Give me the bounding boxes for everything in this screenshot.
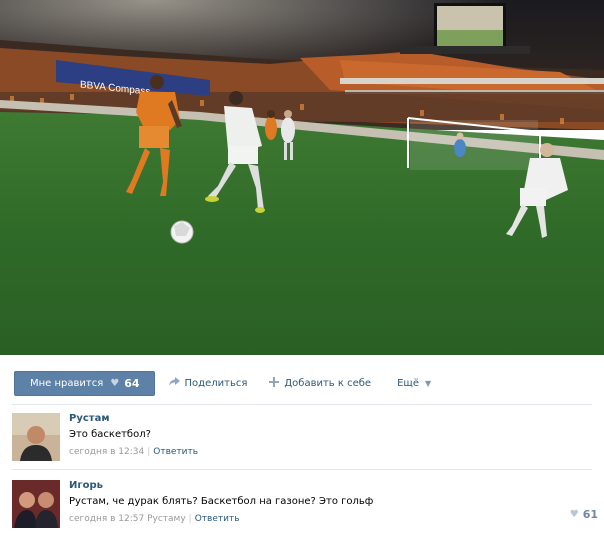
comment-item: Рустам Это баскетбол? сегодня в 12:34 | От… bbox=[12, 413, 604, 463]
reply-link[interactable]: Ответить bbox=[153, 447, 198, 457]
comment-time[interactable]: сегодня в 12:34 bbox=[69, 447, 144, 457]
divider bbox=[12, 404, 592, 405]
comment-text: Рустам, че дурак блять? Баскетбол на газ… bbox=[69, 496, 374, 507]
comment-item: Игорь Рустам, че дурак блять? Баскетбол … bbox=[12, 480, 604, 530]
comment-text: Это баскетбол? bbox=[69, 429, 151, 440]
heart-icon: ♥ bbox=[110, 378, 120, 389]
post-photo[interactable]: BBVA Compass bbox=[0, 0, 604, 355]
more-menu-button[interactable]: Ещё ▼ bbox=[397, 378, 431, 389]
reply-link[interactable]: Ответить bbox=[195, 514, 240, 524]
reply-to[interactable]: Рустаму bbox=[147, 514, 186, 524]
plus-icon bbox=[269, 377, 280, 390]
comment-author[interactable]: Рустам bbox=[69, 413, 589, 425]
caret-down-icon: ▼ bbox=[424, 379, 432, 388]
add-to-mine-button[interactable]: Добавить к себе bbox=[269, 377, 371, 390]
comment-author[interactable]: Игорь bbox=[69, 480, 589, 492]
add-label: Добавить к себе bbox=[284, 378, 372, 389]
divider bbox=[12, 469, 592, 470]
avatar[interactable] bbox=[12, 480, 60, 528]
like-button[interactable]: Мне нравится ♥ 64 bbox=[14, 371, 155, 396]
comment-like-count: 61 bbox=[582, 508, 598, 521]
like-count: 64 bbox=[124, 377, 140, 390]
share-icon bbox=[168, 377, 180, 390]
comment-like-button[interactable]: ♥ 61 bbox=[570, 508, 598, 521]
share-button[interactable]: Поделиться bbox=[168, 377, 248, 390]
post-actions: Мне нравится ♥ 64 Поделиться Добавить к … bbox=[14, 371, 431, 396]
avatar[interactable] bbox=[12, 413, 60, 461]
heart-icon: ♥ bbox=[569, 509, 579, 520]
more-label: Ещё bbox=[397, 378, 419, 389]
comment-time[interactable]: сегодня в 12:57 bbox=[69, 514, 144, 524]
like-button-label: Мне нравится bbox=[30, 378, 104, 389]
share-label: Поделиться bbox=[184, 378, 248, 389]
